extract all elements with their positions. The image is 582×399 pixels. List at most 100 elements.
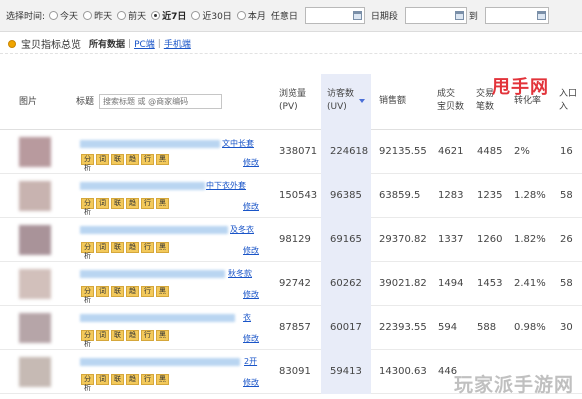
tool-analysis[interactable]: 分析 (81, 330, 94, 348)
time-filter-bar: 选择时间: 今天 昨天 前天 近7日 近30日 本月 任意日 日期段 到 (0, 0, 582, 32)
tool-link[interactable]: 联 (111, 154, 124, 165)
product-title-link[interactable]: 秋冬款 (228, 268, 252, 279)
tool-analysis[interactable]: 分析 (81, 154, 94, 172)
conversion-value: 2% (514, 146, 530, 157)
calendar-icon[interactable] (352, 11, 362, 20)
tool-industry[interactable]: 行 (141, 198, 154, 209)
tool-word[interactable]: 词 (96, 242, 109, 253)
product-thumbnail[interactable] (19, 225, 51, 255)
range-end-input[interactable] (484, 7, 549, 24)
conversion-value: 2.41% (514, 278, 546, 289)
tool-industry[interactable]: 行 (141, 330, 154, 341)
col-pv[interactable]: 浏览量 (PV) (279, 88, 306, 114)
tool-trend[interactable]: 趋 (126, 242, 139, 253)
col-entry[interactable]: 入口入 (559, 88, 577, 114)
custom-day-input[interactable] (304, 7, 365, 24)
col-sales[interactable]: 销售额 (379, 95, 406, 108)
col-title: 标题 (76, 97, 95, 107)
tool-trend[interactable]: 趋 (126, 374, 139, 385)
product-thumbnail[interactable] (19, 181, 51, 211)
tool-analysis[interactable]: 分析 (81, 198, 94, 216)
radio-this-month[interactable]: 本月 (236, 9, 266, 22)
tool-link[interactable]: 联 (111, 374, 124, 385)
sales-value: 29370.82 (379, 234, 427, 245)
tool-industry[interactable]: 行 (141, 374, 154, 385)
radio-yesterday[interactable]: 昨天 (83, 9, 112, 22)
edit-link[interactable]: 修改 (243, 157, 259, 168)
radio-today[interactable]: 今天 (49, 9, 78, 22)
blurred-title (80, 226, 228, 234)
entry-value: 30 (560, 322, 573, 333)
row-tools: 分析词联趋行黑 (81, 374, 171, 392)
calendar-icon[interactable] (536, 11, 546, 20)
col-picture: 图片 (19, 97, 38, 107)
product-thumbnail[interactable] (19, 137, 51, 167)
product-thumbnail[interactable] (19, 313, 51, 343)
tab-separator: | (157, 38, 161, 49)
calendar-icon[interactable] (454, 11, 464, 20)
tool-black[interactable]: 黑 (156, 286, 169, 297)
radio-dot (191, 11, 201, 20)
tool-link[interactable]: 联 (111, 242, 124, 253)
section-title: 宝贝指标总览 (21, 40, 81, 51)
tool-trend[interactable]: 趋 (126, 198, 139, 209)
tool-black[interactable]: 黑 (156, 198, 169, 209)
product-title-link[interactable]: 衣 (243, 312, 251, 323)
edit-link[interactable]: 修改 (243, 333, 259, 344)
col-deal-items[interactable]: 成交 宝贝数 (437, 88, 464, 114)
deal-orders-value: 588 (477, 322, 497, 333)
tool-word[interactable]: 词 (96, 330, 109, 341)
title-search-input[interactable] (99, 94, 222, 109)
table-row: 文中长套 分析词联趋行黑 修改 338071 224618 92135.55 4… (0, 130, 582, 174)
edit-link[interactable]: 修改 (243, 245, 259, 256)
table-row: 秋冬款 分析词联趋行黑 修改 92742 60262 39021.82 1494… (0, 262, 582, 306)
product-title-link[interactable]: 文中长套 (222, 138, 254, 149)
tool-analysis[interactable]: 分析 (81, 374, 94, 392)
tab-pc[interactable]: PC端 (134, 37, 155, 50)
sales-value: 92135.55 (379, 146, 427, 157)
tool-word[interactable]: 词 (96, 374, 109, 385)
tool-industry[interactable]: 行 (141, 154, 154, 165)
blurred-title (80, 270, 225, 278)
tool-analysis[interactable]: 分析 (81, 242, 94, 260)
tool-analysis[interactable]: 分析 (81, 286, 94, 304)
tab-mobile[interactable]: 手机端 (164, 37, 191, 50)
edit-link[interactable]: 修改 (243, 377, 259, 388)
tool-link[interactable]: 联 (111, 198, 124, 209)
radio-last-7-days[interactable]: 近7日 (151, 9, 186, 22)
col-uv[interactable]: 访客数 (UV) (327, 88, 354, 114)
tool-trend[interactable]: 趋 (126, 154, 139, 165)
product-title-link[interactable]: 及冬衣 (230, 224, 254, 235)
tool-link[interactable]: 联 (111, 330, 124, 341)
tool-industry[interactable]: 行 (141, 242, 154, 253)
tool-black[interactable]: 黑 (156, 330, 169, 341)
conversion-value: 0.98% (514, 322, 546, 333)
product-title-link[interactable]: 2开 (244, 356, 257, 367)
deal-items-value: 594 (438, 322, 458, 333)
radio-last-30-days[interactable]: 近30日 (191, 9, 232, 22)
tool-word[interactable]: 词 (96, 154, 109, 165)
product-thumbnail[interactable] (19, 269, 51, 299)
conversion-value: 1.82% (514, 234, 546, 245)
product-thumbnail[interactable] (19, 357, 51, 387)
uv-value: 59413 (330, 366, 362, 377)
edit-link[interactable]: 修改 (243, 289, 259, 300)
tool-trend[interactable]: 趋 (126, 330, 139, 341)
tool-link[interactable]: 联 (111, 286, 124, 297)
deal-items-value: 4621 (438, 146, 464, 157)
tool-black[interactable]: 黑 (156, 242, 169, 253)
radio-day-before[interactable]: 前天 (117, 9, 146, 22)
sort-desc-icon[interactable] (359, 99, 365, 103)
tool-word[interactable]: 词 (96, 286, 109, 297)
tool-trend[interactable]: 趋 (126, 286, 139, 297)
range-start-input[interactable] (404, 7, 467, 24)
pv-value: 150543 (279, 190, 318, 201)
tool-word[interactable]: 词 (96, 198, 109, 209)
tool-black[interactable]: 黑 (156, 154, 169, 165)
edit-link[interactable]: 修改 (243, 201, 259, 212)
tool-black[interactable]: 黑 (156, 374, 169, 385)
tool-industry[interactable]: 行 (141, 286, 154, 297)
product-title-link[interactable]: 中下衣外套 (206, 180, 246, 191)
radio-dot (83, 11, 93, 20)
tab-all-data[interactable]: 所有数据 (89, 37, 125, 50)
